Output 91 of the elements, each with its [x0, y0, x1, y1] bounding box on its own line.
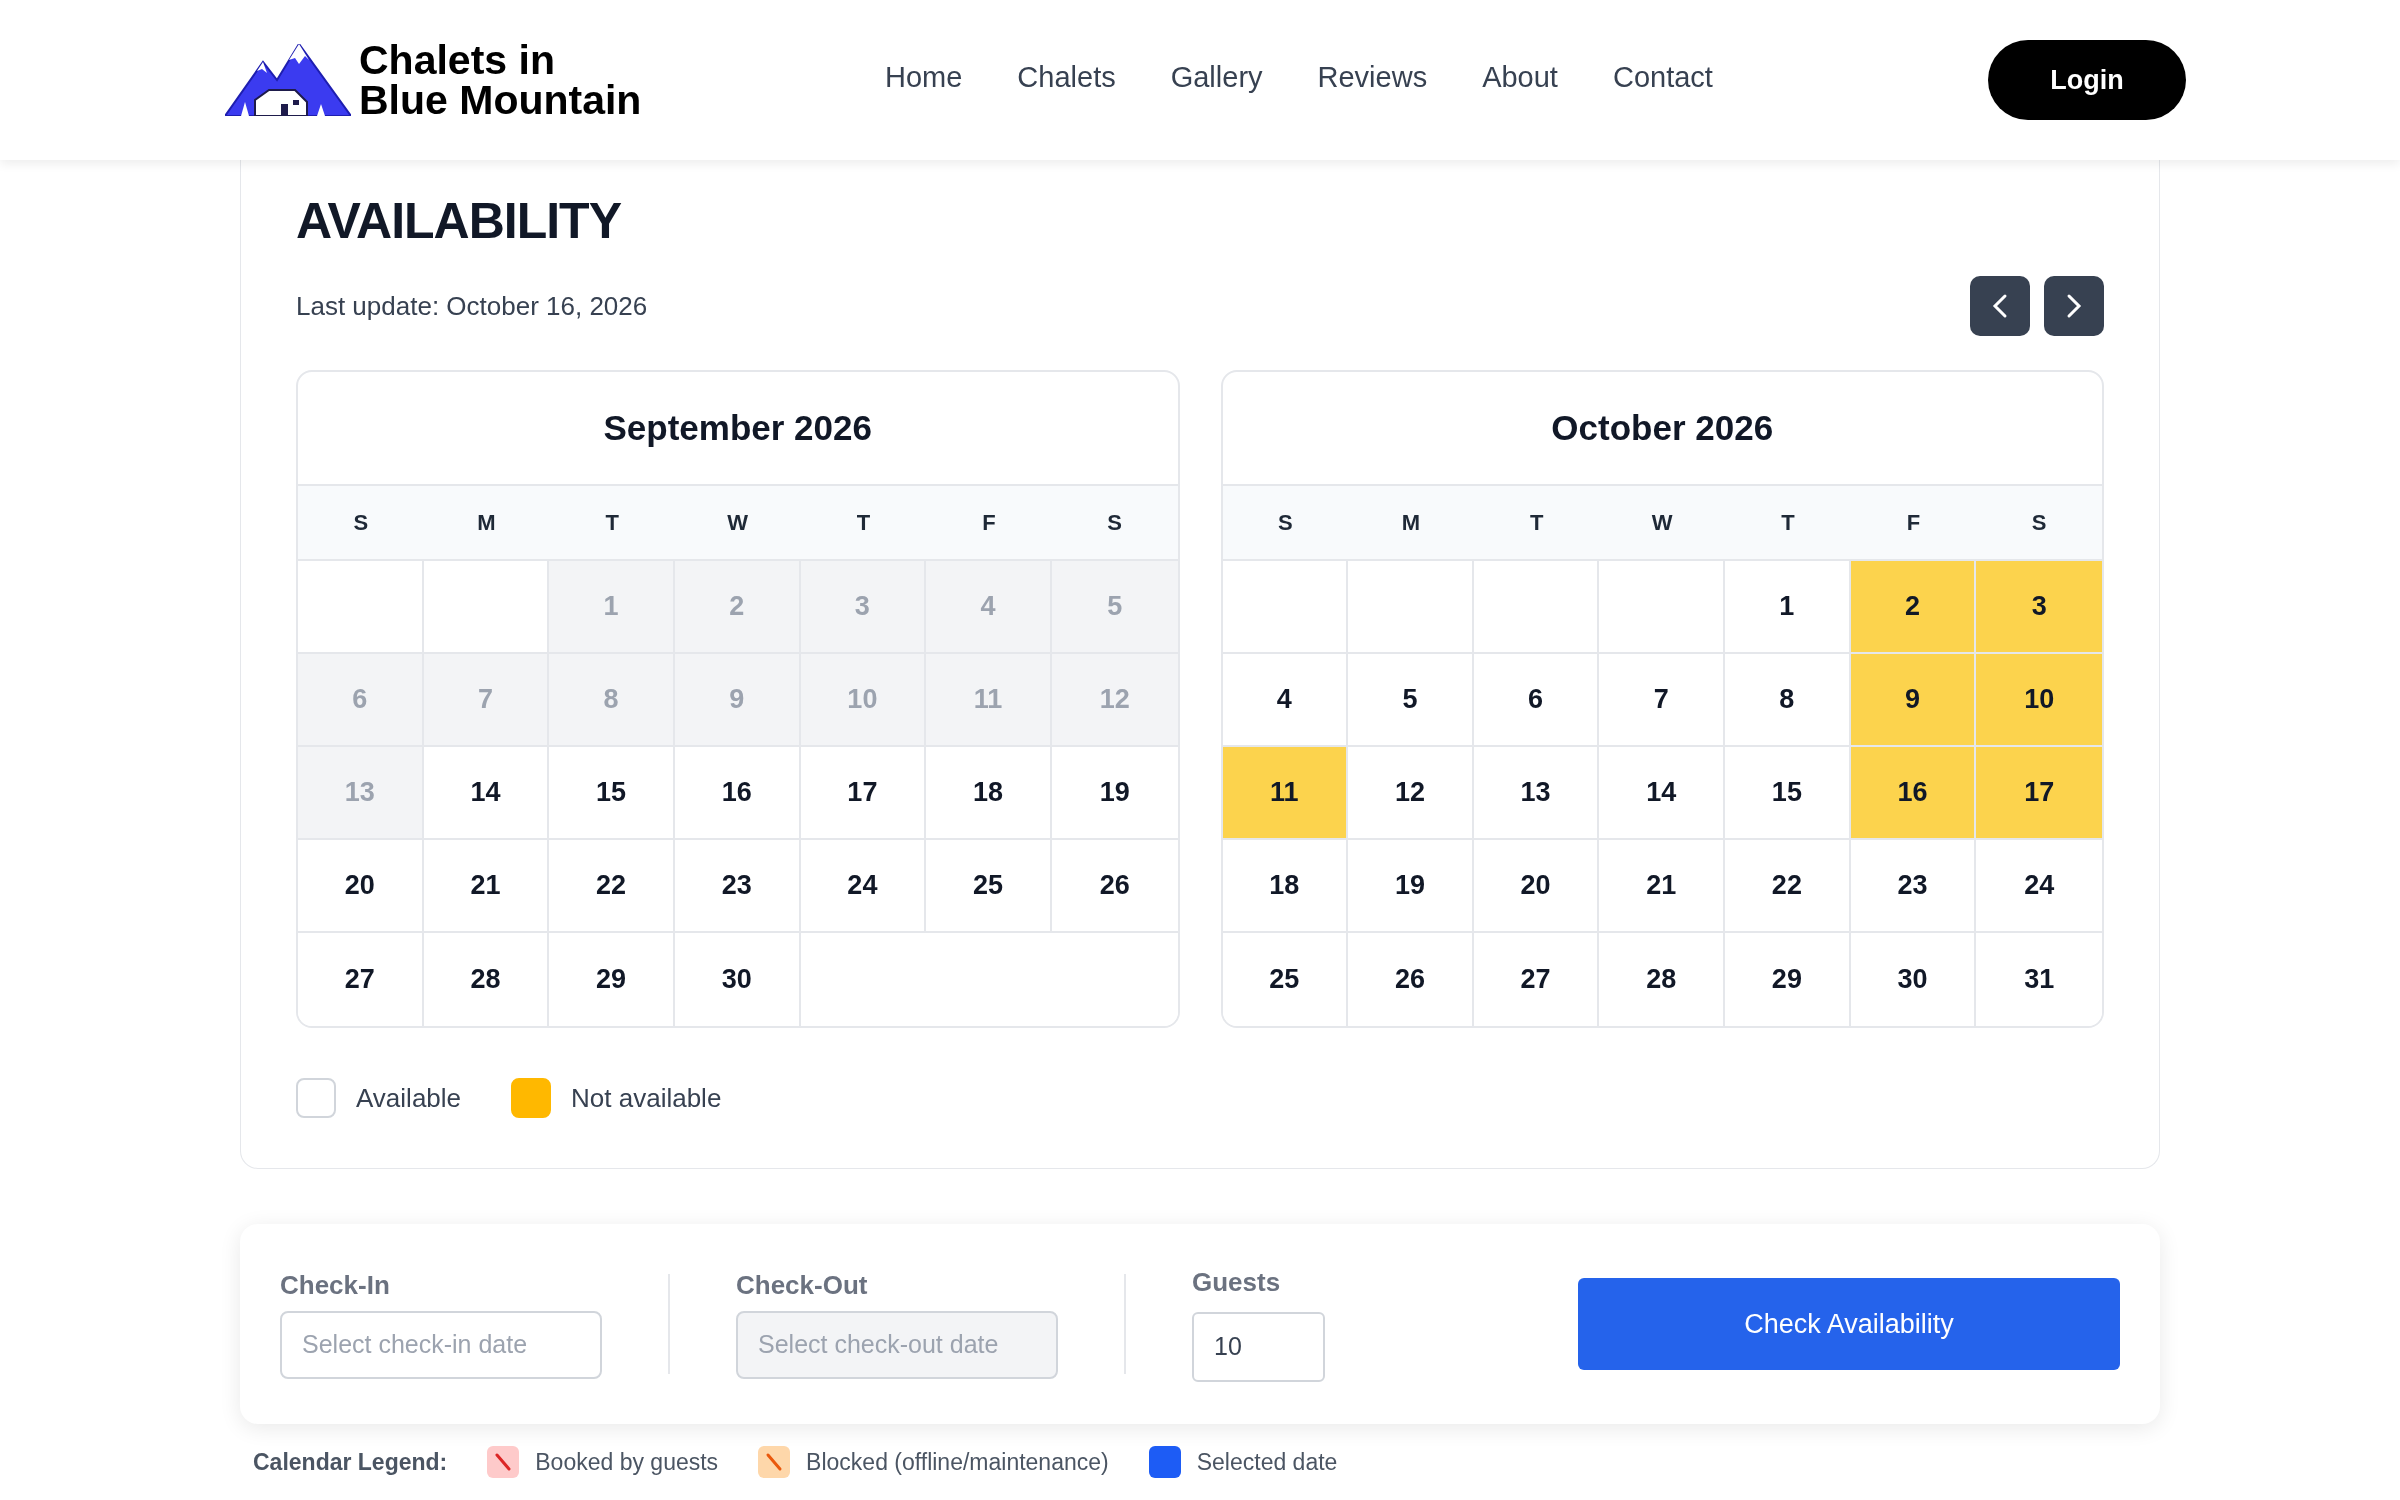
weekday-header: M: [1348, 486, 1474, 561]
day-cell: 3: [1976, 561, 2102, 654]
last-update-text: Last update: October 16, 2026: [296, 290, 648, 322]
date-input-field[interactable]: Select check-in date: [280, 1310, 602, 1379]
day-cell[interactable]: 7: [1599, 654, 1726, 747]
day-cell: 1: [549, 561, 675, 654]
legend-label: Selected date: [1196, 1448, 1338, 1476]
weekday-header: T: [1725, 486, 1851, 561]
field-label: Check-Out: [736, 1269, 869, 1301]
weekday-header: S: [1222, 486, 1349, 561]
chevron-right-icon: [2065, 293, 2083, 319]
login-button[interactable]: Login: [1988, 40, 2186, 120]
day-cell[interactable]: 4: [1222, 654, 1349, 747]
day-cell[interactable]: 22: [1725, 840, 1851, 933]
day-cell: 2: [674, 561, 801, 654]
section-title: AVAILABILITY: [296, 192, 622, 251]
weekday-header: S: [1976, 486, 2102, 561]
day-cell[interactable]: 21: [423, 840, 550, 933]
day-cell: 9: [674, 654, 801, 747]
day-cell: 10: [1976, 654, 2102, 747]
day-cell[interactable]: 18: [1222, 840, 1349, 933]
weekday-header: T: [549, 486, 675, 561]
day-cell[interactable]: 17: [800, 747, 927, 840]
day-cell: 7: [423, 654, 550, 747]
day-cell[interactable]: 25: [926, 840, 1052, 933]
field-label: Check-In: [280, 1269, 391, 1301]
day-cell[interactable]: 14: [1599, 747, 1726, 840]
day-cell: 13: [298, 747, 424, 840]
chevron-left-icon: [1991, 293, 2009, 319]
legend-title: Calendar Legend:: [253, 1448, 448, 1476]
legend-label: Available: [356, 1082, 462, 1114]
field-label: Guests: [1192, 1266, 1282, 1298]
day-cell[interactable]: 27: [298, 933, 424, 1026]
nav-link[interactable]: Contact: [1612, 60, 1713, 94]
day-cell[interactable]: 20: [1473, 840, 1600, 933]
day-cell[interactable]: 1: [1725, 561, 1851, 654]
nav-link[interactable]: Home: [885, 60, 963, 94]
nav-link[interactable]: Gallery: [1170, 60, 1263, 94]
weekday-header: W: [1599, 486, 1726, 561]
legend-label: Not available: [571, 1082, 722, 1114]
check-availability-button[interactable]: Check Availability: [1578, 1278, 2120, 1370]
day-cell[interactable]: 16: [674, 747, 801, 840]
mountain-logo-icon: [225, 44, 351, 116]
nav-link[interactable]: About: [1482, 60, 1558, 94]
day-cell: 9: [1850, 654, 1977, 747]
day-cell[interactable]: 23: [1850, 840, 1977, 933]
day-cell[interactable]: 23: [674, 840, 801, 933]
day-cell[interactable]: 6: [1473, 654, 1600, 747]
nav-link[interactable]: Chalets: [1017, 60, 1116, 94]
day-cell[interactable]: 24: [800, 840, 927, 933]
day-cell: 17: [1976, 747, 2102, 840]
weekday-header: S: [298, 486, 424, 561]
legend-label: Booked by guests: [535, 1448, 719, 1476]
day-cell: 6: [298, 654, 424, 747]
nav-link[interactable]: Reviews: [1317, 60, 1428, 94]
day-cell[interactable]: 22: [549, 840, 675, 933]
logo-text: Blue Mountain: [359, 80, 642, 120]
day-cell[interactable]: 19: [1348, 840, 1474, 933]
weekday-header: S: [1051, 486, 1178, 561]
weekday-header: T: [800, 486, 927, 561]
weekday-header: T: [1473, 486, 1600, 561]
previous-month-button[interactable]: [1970, 276, 2030, 336]
day-cell[interactable]: 13: [1473, 747, 1600, 840]
day-cell: 2: [1850, 561, 1977, 654]
day-cell: 8: [549, 654, 675, 747]
day-cell: 5: [1051, 561, 1178, 654]
day-cell[interactable]: 21: [1599, 840, 1726, 933]
day-cell[interactable]: 25: [1222, 933, 1349, 1026]
day-cell: 11: [926, 654, 1052, 747]
weekday-header: W: [674, 486, 801, 561]
next-month-button[interactable]: [2044, 276, 2104, 336]
weekday-header: F: [1850, 486, 1977, 561]
day-cell[interactable]: 18: [926, 747, 1052, 840]
day-cell: 4: [926, 561, 1052, 654]
weekday-header: M: [423, 486, 550, 561]
logo-text: Chalets in: [359, 40, 556, 80]
day-cell: 10: [800, 654, 927, 747]
guests-input-field[interactable]: 10: [1192, 1311, 1325, 1382]
day-cell[interactable]: 12: [1348, 747, 1474, 840]
weekday-header: F: [926, 486, 1052, 561]
day-cell[interactable]: 15: [549, 747, 675, 840]
day-cell: 12: [1051, 654, 1178, 747]
day-cell[interactable]: 14: [423, 747, 550, 840]
day-cell[interactable]: 15: [1725, 747, 1851, 840]
day-cell: 16: [1850, 747, 1977, 840]
day-cell[interactable]: 8: [1725, 654, 1851, 747]
day-cell: 3: [800, 561, 927, 654]
day-cell: 11: [1222, 747, 1349, 840]
legend-label: Blocked (offline/maintenance): [806, 1448, 1109, 1476]
day-cell[interactable]: 5: [1348, 654, 1474, 747]
day-cell[interactable]: 20: [298, 840, 424, 933]
